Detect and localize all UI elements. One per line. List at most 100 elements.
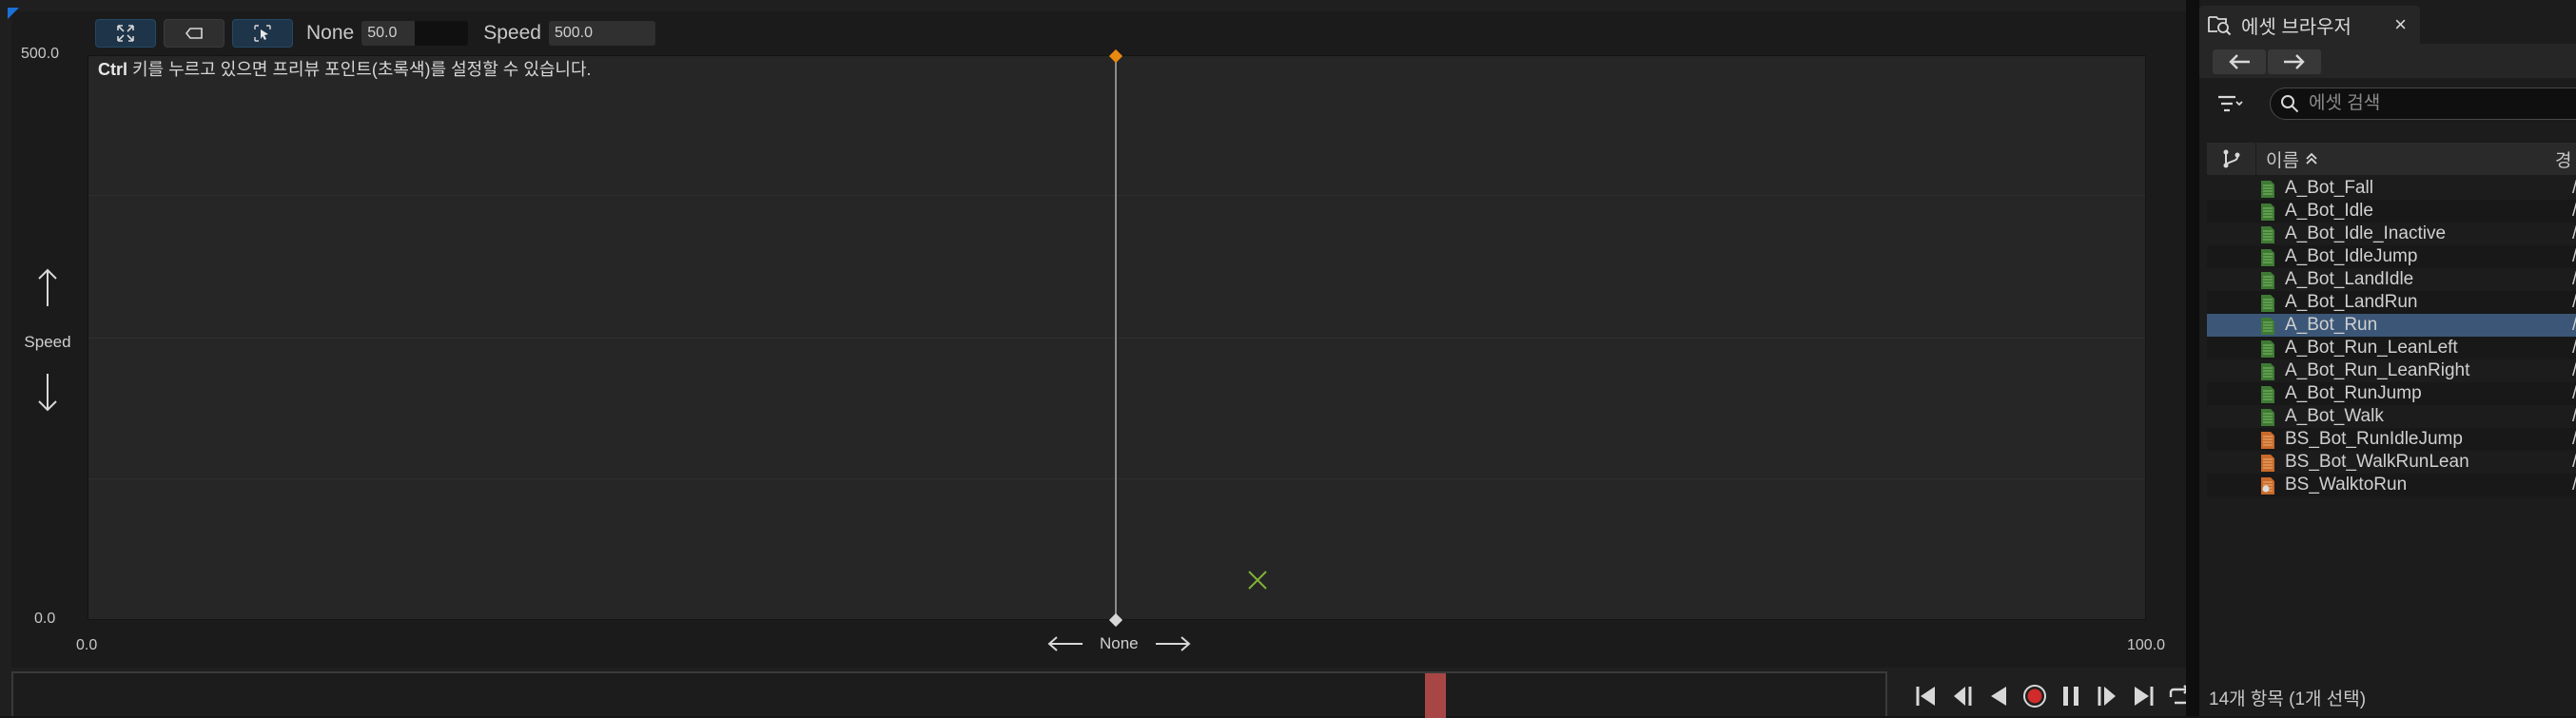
history-nav-bar xyxy=(2199,46,2576,78)
search-input[interactable] xyxy=(2309,93,2556,114)
asset-row[interactable]: A_Bot_Run_LeanRight / xyxy=(2207,359,2576,382)
skip-to-end-button[interactable] xyxy=(2129,680,2157,712)
skip-to-start-button[interactable] xyxy=(1912,680,1941,712)
skip-back-icon xyxy=(1916,687,1935,706)
label-icon xyxy=(185,28,203,39)
hint-key: Ctrl xyxy=(98,60,127,79)
x-axis-min: 0.0 xyxy=(76,637,98,653)
asset-name: A_Bot_RunJump xyxy=(2285,383,2422,403)
asset-count-status: 14개 항목 (1개 선택) xyxy=(2209,689,2367,709)
asset-name: BS_Bot_RunIdleJump xyxy=(2285,429,2463,449)
asset-path: / xyxy=(2572,360,2576,381)
hint-text: 키를 누르고 있으면 프리뷰 포인트(초록색)를 설정할 수 있습니다. xyxy=(127,60,592,79)
asset-name: A_Bot_Run xyxy=(2285,315,2378,335)
asset-row[interactable]: A_Bot_LandIdle / xyxy=(2207,268,2576,291)
close-icon[interactable]: × xyxy=(2394,12,2407,37)
timeline-scrubber[interactable] xyxy=(1425,673,1446,718)
asset-path: / xyxy=(2572,246,2576,267)
timeline-track[interactable] xyxy=(11,671,1887,718)
cursor-icon xyxy=(254,25,271,42)
play-reverse-icon xyxy=(1991,687,2006,706)
asset-row[interactable]: A_Bot_Idle / xyxy=(2207,200,2576,223)
asset-row[interactable]: BS_WalktoRun / xyxy=(2207,474,2576,496)
forward-button[interactable] xyxy=(2268,49,2321,74)
path-column-header[interactable]: 경 xyxy=(2555,146,2571,172)
asset-path: / xyxy=(2572,475,2576,495)
asset-path: / xyxy=(2572,429,2576,450)
step-forward-icon xyxy=(2098,687,2116,706)
asset-path: / xyxy=(2572,383,2576,404)
fit-view-button[interactable] xyxy=(95,19,156,48)
tag-button[interactable] xyxy=(164,19,224,48)
asset-list-header: 이름 경 xyxy=(2207,143,2576,175)
asset-row[interactable]: A_Bot_LandRun / xyxy=(2207,291,2576,314)
asset-name: A_Bot_Walk xyxy=(2285,406,2384,426)
y-param-field[interactable]: 500.0 xyxy=(548,21,655,46)
grid-line xyxy=(88,478,2145,479)
name-column-header[interactable]: 이름 xyxy=(2256,146,2555,172)
tab-title: 에셋 브라우저 xyxy=(2241,16,2352,38)
asset-path: / xyxy=(2572,452,2576,473)
asset-path: / xyxy=(2572,269,2576,290)
animation-sequence-icon xyxy=(2261,318,2274,335)
asset-row[interactable]: BS_Bot_WalkRunLean / xyxy=(2207,451,2576,474)
branch-icon xyxy=(2223,149,2239,168)
asset-row[interactable]: A_Bot_RunJump / xyxy=(2207,382,2576,405)
x-axis-label: None xyxy=(1100,634,1139,652)
preview-hint: Ctrl 키를 누르고 있으면 프리뷰 포인트(초록색)를 설정할 수 있습니다… xyxy=(98,56,592,81)
blend-space-editor: None 50.0 Speed 500.0 500.0 0.0 0.0 100.… xyxy=(0,0,2190,718)
asset-row[interactable]: BS_Bot_RunIdleJump / xyxy=(2207,428,2576,451)
asset-row[interactable]: A_Bot_IdleJump / xyxy=(2207,245,2576,268)
asset-name: BS_Bot_WalkRunLean xyxy=(2285,452,2469,472)
animation-sequence-icon xyxy=(2261,363,2274,380)
preview-point-icon[interactable] xyxy=(1246,569,1269,592)
blend-space-icon xyxy=(2261,432,2274,449)
animation-sequence-icon xyxy=(2261,226,2274,243)
animation-sequence-icon xyxy=(2261,409,2274,426)
tab-asset-browser[interactable]: 에셋 브라우저 × xyxy=(2199,6,2420,44)
asset-list: A_Bot_Fall/A_Bot_Idle/A_Bot_Idle_Inactiv… xyxy=(2207,177,2576,496)
asset-row[interactable]: A_Bot_Fall / xyxy=(2207,177,2576,200)
pause-icon xyxy=(2063,687,2078,706)
blend-space-grid[interactable]: Ctrl 키를 누르고 있으면 프리뷰 포인트(초록색)를 설정할 수 있습니다… xyxy=(88,55,2146,620)
arrow-down-icon xyxy=(35,372,60,418)
asset-name: A_Bot_Idle xyxy=(2285,201,2373,221)
filter-button[interactable] xyxy=(2207,89,2253,118)
record-button[interactable] xyxy=(2020,680,2049,712)
search-box[interactable] xyxy=(2270,87,2576,120)
arrow-right-icon xyxy=(1155,636,1191,651)
asset-path: / xyxy=(2572,338,2576,359)
y-axis-min: 0.0 xyxy=(34,611,56,627)
arrow-right-icon xyxy=(2284,54,2305,69)
asset-path: / xyxy=(2572,315,2576,336)
asset-path: / xyxy=(2572,406,2576,427)
select-tool-button[interactable] xyxy=(232,19,293,48)
step-forward-button[interactable] xyxy=(2093,680,2121,712)
back-button[interactable] xyxy=(2213,49,2266,74)
asset-row[interactable]: A_Bot_Run_LeanLeft / xyxy=(2207,337,2576,359)
animation-sequence-icon xyxy=(2261,272,2274,289)
animation-sequence-icon xyxy=(2261,181,2274,198)
grid-line xyxy=(88,195,2145,196)
step-back-button[interactable] xyxy=(1948,680,1977,712)
asset-name: A_Bot_Run_LeanRight xyxy=(2285,360,2470,380)
x-param-field[interactable]: 50.0 xyxy=(361,21,469,46)
step-back-icon xyxy=(1954,687,1972,706)
asset-path: / xyxy=(2572,178,2576,199)
panel-splitter[interactable] xyxy=(2186,0,2199,716)
asset-name: BS_WalktoRun xyxy=(2285,475,2408,495)
blend-space-icon xyxy=(2261,455,2274,472)
asset-row[interactable]: A_Bot_Run / xyxy=(2207,314,2576,337)
asset-row[interactable]: A_Bot_Walk / xyxy=(2207,405,2576,428)
animation-sequence-icon xyxy=(2261,340,2274,358)
asset-name: A_Bot_Run_LeanLeft xyxy=(2285,338,2458,358)
play-reverse-button[interactable] xyxy=(1984,680,2013,712)
asset-name: A_Bot_IdleJump xyxy=(2285,246,2418,266)
search-bar-row xyxy=(2199,78,2576,129)
asset-row[interactable]: A_Bot_Idle_Inactive / xyxy=(2207,223,2576,245)
pause-button[interactable] xyxy=(2057,680,2085,712)
animation-sequence-icon xyxy=(2261,204,2274,221)
source-control-column[interactable] xyxy=(2207,143,2256,175)
arrow-up-icon xyxy=(35,266,60,313)
blend-space-icon xyxy=(2261,477,2274,495)
